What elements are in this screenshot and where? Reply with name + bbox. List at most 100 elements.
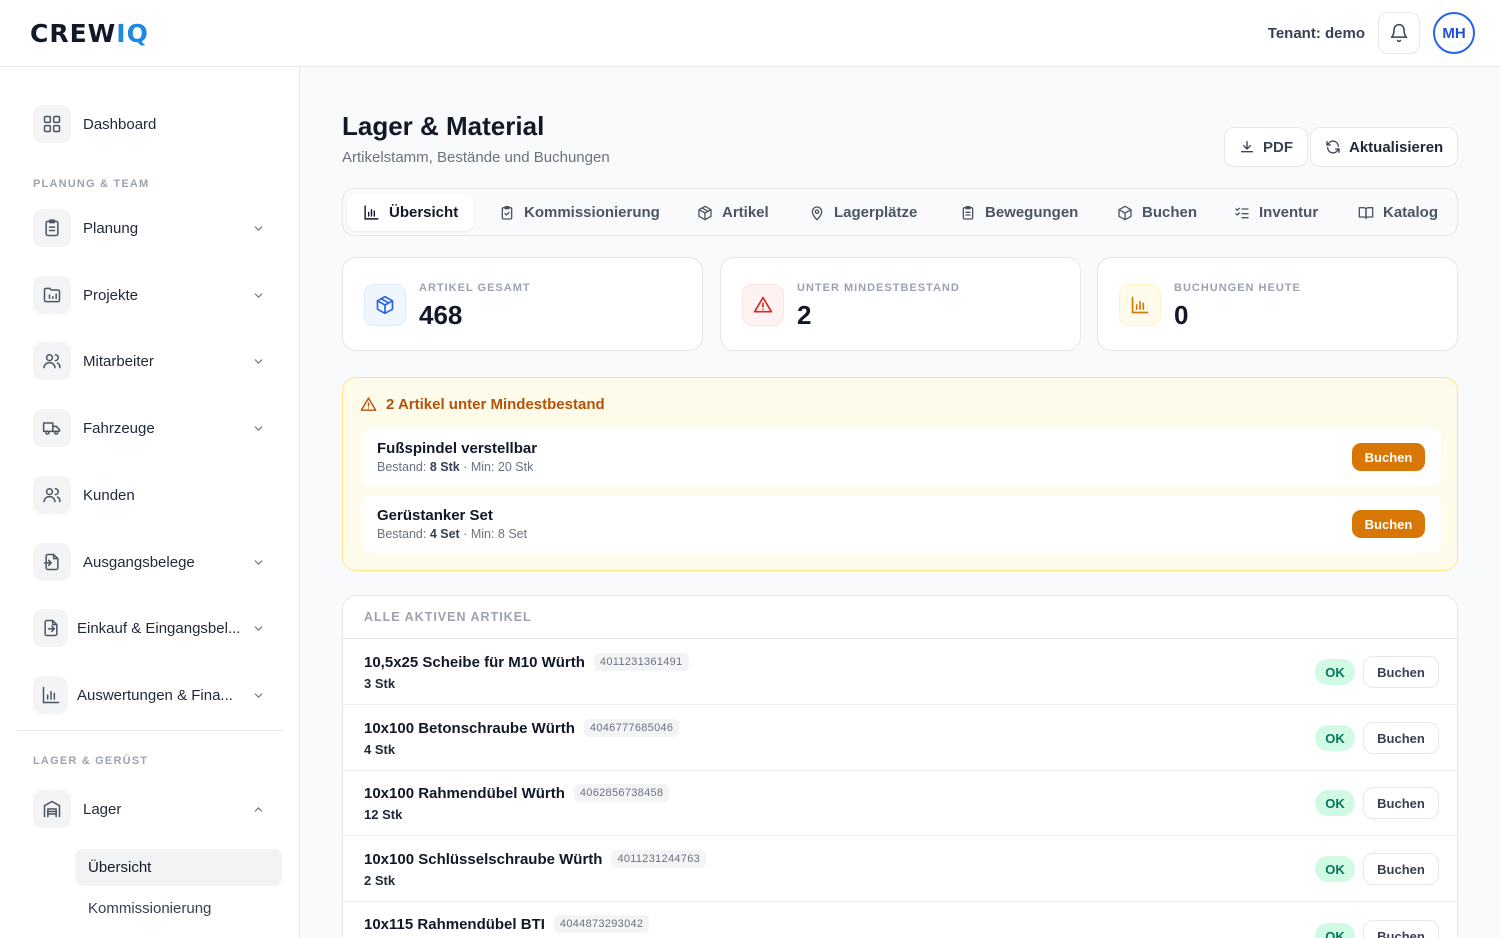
book-button[interactable]: Buchen <box>1363 722 1439 754</box>
sidebar-item-lager[interactable]: Lager <box>33 789 273 829</box>
book-button[interactable]: Buchen <box>1352 510 1425 538</box>
pdf-label: PDF <box>1263 138 1293 156</box>
top-bar: CREW IQ Tenant: demo MH <box>0 0 1500 67</box>
sidebar-item-auswertungen[interactable]: Auswertungen & Fina... <box>33 675 273 715</box>
pdf-button[interactable]: PDF <box>1224 127 1308 167</box>
list-item[interactable]: 10,5x25 Scheibe für M10 Würth 40112313614… <box>343 639 1457 705</box>
logo-text: CREW <box>30 18 117 48</box>
alert-item-stock: Bestand: 4 Set · Min: 8 Set <box>377 527 527 541</box>
sidebar-item-projekte[interactable]: Projekte <box>33 275 273 315</box>
alert-item: Fußspindel verstellbar Bestand: 8 Stk · … <box>361 428 1441 486</box>
kpi-card-artikel-gesamt: ARTIKEL GESAMT 468 <box>342 257 703 351</box>
sidebar-item-einkauf[interactable]: Einkauf & Eingangsbel... <box>33 608 273 648</box>
stock-prefix: Bestand: <box>377 460 430 474</box>
tab-artikel[interactable]: Artikel <box>697 194 769 231</box>
sidebar-item-label: Fahrzeuge <box>83 419 155 437</box>
sidebar-item-label: Projekte <box>83 286 139 304</box>
tab-katalog[interactable]: Katalog <box>1358 194 1438 231</box>
sidebar-subitem-kommissionierung[interactable]: Kommissionierung <box>75 890 282 927</box>
article-name: 10x100 Rahmendübel Würth <box>364 784 565 802</box>
alert-item-name: Gerüstanker Set <box>377 507 493 524</box>
sidebar-item-ausgangsbelege[interactable]: Ausgangsbelege <box>33 542 273 582</box>
warning-triangle-icon <box>742 284 784 326</box>
file-export-icon <box>33 543 71 581</box>
sidebar-item-dashboard[interactable]: Dashboard <box>33 104 273 144</box>
ean-badge: 4011231361491 <box>593 653 689 671</box>
article-name: 10x100 Betonschraube Würth <box>364 719 575 737</box>
article-name-line: 10x100 Schlüsselschraube Würth 4011231244… <box>364 850 707 868</box>
chevron-down-icon <box>252 422 265 435</box>
tab-kommissionierung[interactable]: Kommissionierung <box>499 194 660 231</box>
book-button[interactable]: Buchen <box>1352 443 1425 471</box>
chevron-down-icon <box>252 689 265 702</box>
list-header: ALLE AKTIVEN ARTIKEL <box>343 596 1457 639</box>
crewiq-logo[interactable]: CREW IQ <box>30 19 149 48</box>
list-item[interactable]: 10x100 Betonschraube Würth 4046777685046 … <box>343 705 1457 771</box>
chevron-down-icon <box>252 622 265 635</box>
alert-title-text: 2 Artikel unter Mindestbestand <box>386 396 605 413</box>
map-pin-icon <box>809 205 825 221</box>
alert-item: Gerüstanker Set Bestand: 4 Set · Min: 8 … <box>361 495 1441 553</box>
tab-label: Buchen <box>1142 204 1198 221</box>
refresh-icon <box>1325 139 1341 155</box>
status-badge: OK <box>1315 856 1355 882</box>
refresh-button[interactable]: Aktualisieren <box>1310 127 1459 167</box>
bell-icon <box>1389 23 1409 43</box>
refresh-label: Aktualisieren <box>1349 138 1444 156</box>
users-icon <box>33 476 71 514</box>
article-name-line: 10x100 Betonschraube Würth 4046777685046 <box>364 719 680 737</box>
article-name: 10,5x25 Scheibe für M10 Würth <box>364 653 585 671</box>
package-icon <box>697 205 713 221</box>
tab-lagerplaetze[interactable]: Lagerplätze <box>809 194 917 231</box>
sidebar-subitem-uebersicht[interactable]: Übersicht <box>75 849 282 886</box>
notifications-button[interactable] <box>1378 12 1420 54</box>
list-item[interactable]: 10x100 Rahmendübel Würth 4062856738458 12… <box>343 770 1457 836</box>
book-button[interactable]: Buchen <box>1363 656 1439 688</box>
sidebar-item-planung[interactable]: Planung <box>33 208 273 248</box>
dashboard-grid-icon <box>33 105 71 143</box>
article-name: 10x100 Schlüsselschraube Würth <box>364 850 603 868</box>
warehouse-icon <box>33 790 71 828</box>
tab-inventur[interactable]: Inventur <box>1234 194 1318 231</box>
book-button[interactable]: Buchen <box>1363 787 1439 819</box>
logo-accent: IQ <box>116 18 149 48</box>
tab-bewegungen[interactable]: Bewegungen <box>960 194 1078 231</box>
tab-label: Artikel <box>722 204 769 221</box>
sidebar-item-fahrzeuge[interactable]: Fahrzeuge <box>33 408 273 448</box>
status-badge: OK <box>1315 923 1355 938</box>
stock-value: 4 Set <box>429 527 460 541</box>
tab-label: Kommissionierung <box>524 204 660 221</box>
list-item[interactable]: 10x115 Rahmendübel BTI 4044873293042 OK B… <box>343 901 1457 938</box>
book-button[interactable]: Buchen <box>1363 920 1439 938</box>
kpi-card-unter-mindestbestand: UNTER MINDESTBESTAND 2 <box>720 257 1081 351</box>
tenant-label: Tenant: demo <box>1267 24 1365 42</box>
list-item[interactable]: 10x100 Schlüsselschraube Würth 4011231244… <box>343 836 1457 902</box>
tab-label: Bewegungen <box>985 204 1079 221</box>
chevron-down-icon <box>252 355 265 368</box>
page-subtitle: Artikelstamm, Bestände und Buchungen <box>342 149 610 166</box>
users-icon <box>33 342 71 380</box>
sidebar-item-label: Mitarbeiter <box>83 352 154 370</box>
kpi-label: BUCHUNGEN HEUTE <box>1174 282 1301 294</box>
section-label-lager: LAGER & GERÜST <box>33 755 149 767</box>
tab-bar: Übersicht Kommissionierung Artikel Lager… <box>342 188 1458 236</box>
book-button[interactable]: Buchen <box>1363 853 1439 885</box>
warning-triangle-icon <box>360 396 377 413</box>
sidebar-item-label: Ausgangsbelege <box>83 553 195 571</box>
user-avatar[interactable]: MH <box>1433 12 1475 54</box>
sidebar: Dashboard PLANUNG & TEAM Planung Projekt… <box>0 67 300 938</box>
tab-uebersicht[interactable]: Übersicht <box>347 194 475 231</box>
bar-chart-icon <box>363 204 380 221</box>
chevron-up-icon <box>252 803 265 816</box>
bar-chart-icon <box>33 676 68 714</box>
tab-buchen[interactable]: Buchen <box>1117 194 1197 231</box>
status-badge: OK <box>1315 659 1355 685</box>
article-qty: 2 Stk <box>364 873 396 888</box>
sidebar-item-kunden[interactable]: Kunden <box>33 475 273 515</box>
tab-label: Inventur <box>1259 204 1319 221</box>
tab-label: Übersicht <box>389 204 459 221</box>
sidebar-item-label: Kunden <box>83 486 135 504</box>
article-qty: 12 Stk <box>364 807 403 822</box>
stock-min: · Min: 8 Set <box>459 527 528 541</box>
sidebar-item-mitarbeiter[interactable]: Mitarbeiter <box>33 341 273 381</box>
